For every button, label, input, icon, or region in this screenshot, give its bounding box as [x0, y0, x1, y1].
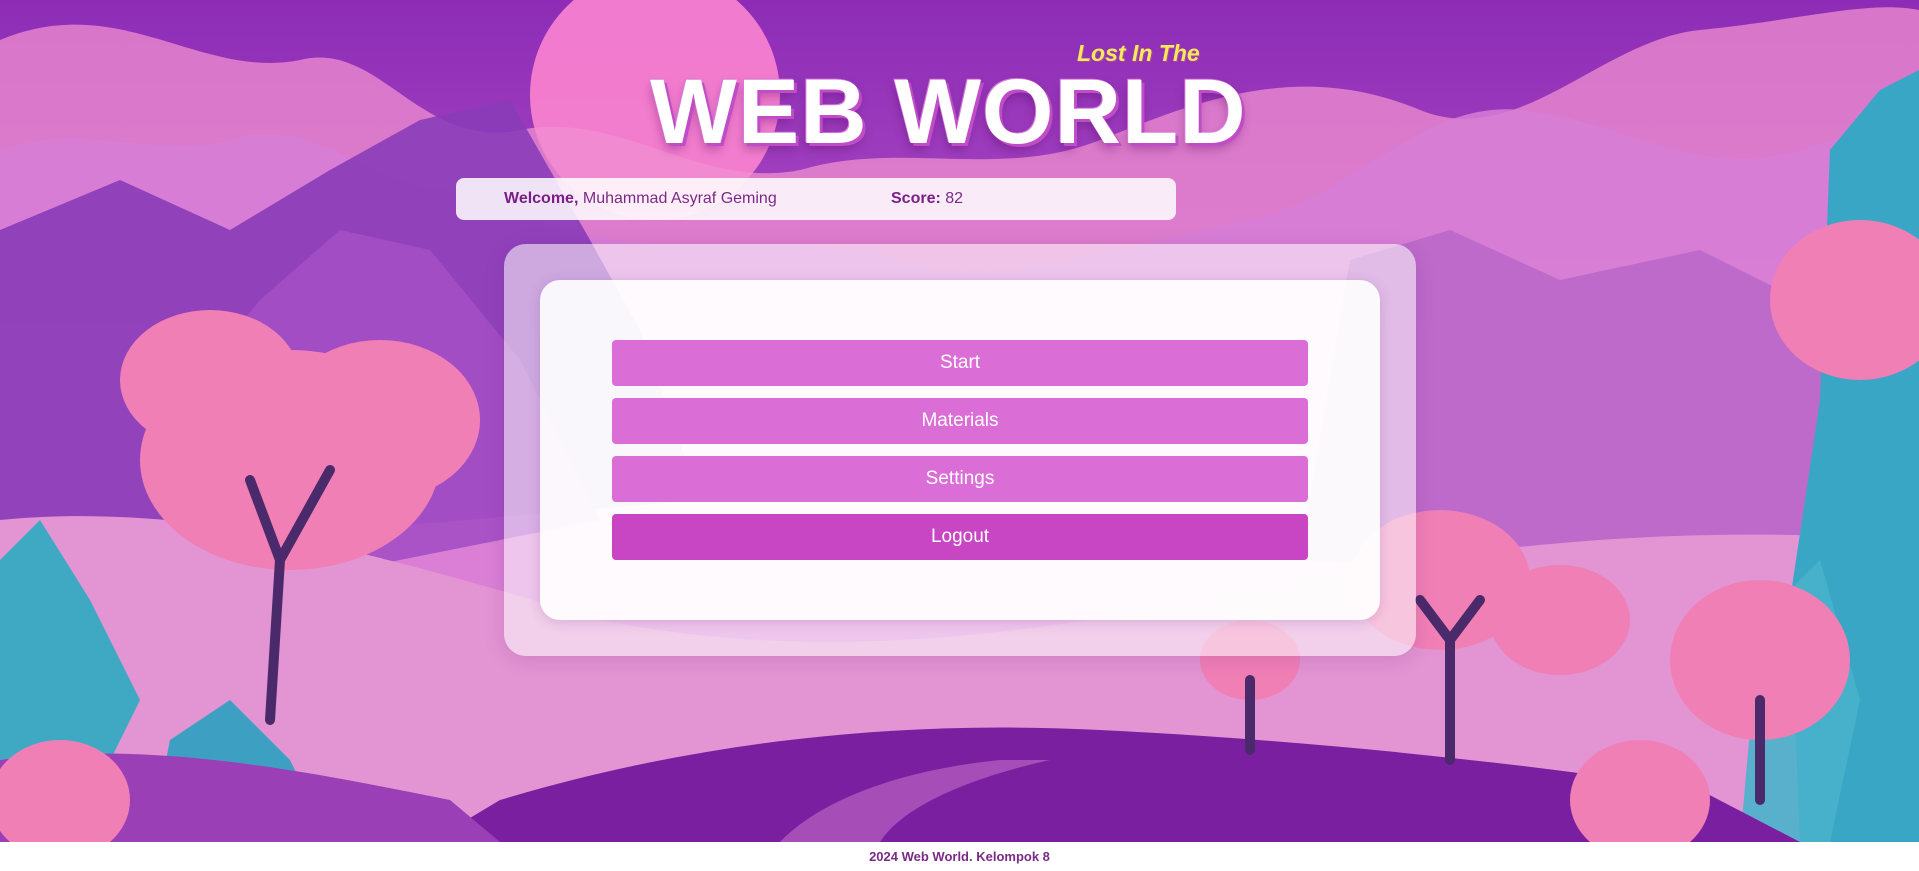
score-label: Score:: [891, 190, 941, 207]
score-text: Score: 82: [891, 190, 963, 208]
menu-card: Start Materials Settings Logout: [540, 280, 1380, 620]
start-button[interactable]: Start: [612, 340, 1308, 386]
user-name: Muhammad Asyraf Geming: [582, 190, 777, 207]
footer-text: 2024 Web World. Kelompok 8: [869, 849, 1050, 864]
settings-button[interactable]: Settings: [612, 456, 1308, 502]
materials-button[interactable]: Materials: [612, 398, 1308, 444]
logout-button[interactable]: Logout: [612, 514, 1308, 560]
welcome-text: Welcome, Muhammad Asyraf Geming: [504, 190, 777, 208]
main-menu: Start Materials Settings Logout: [612, 340, 1308, 572]
game-title: WEB WORLD: [650, 61, 1247, 163]
score-value: 82: [945, 190, 964, 207]
footer: 2024 Web World. Kelompok 8: [0, 842, 1919, 868]
player-status-bar: Welcome, Muhammad Asyraf Geming Score: 8…: [456, 178, 1176, 220]
menu-panel: Start Materials Settings Logout: [504, 244, 1416, 656]
welcome-label: Welcome,: [504, 190, 579, 207]
